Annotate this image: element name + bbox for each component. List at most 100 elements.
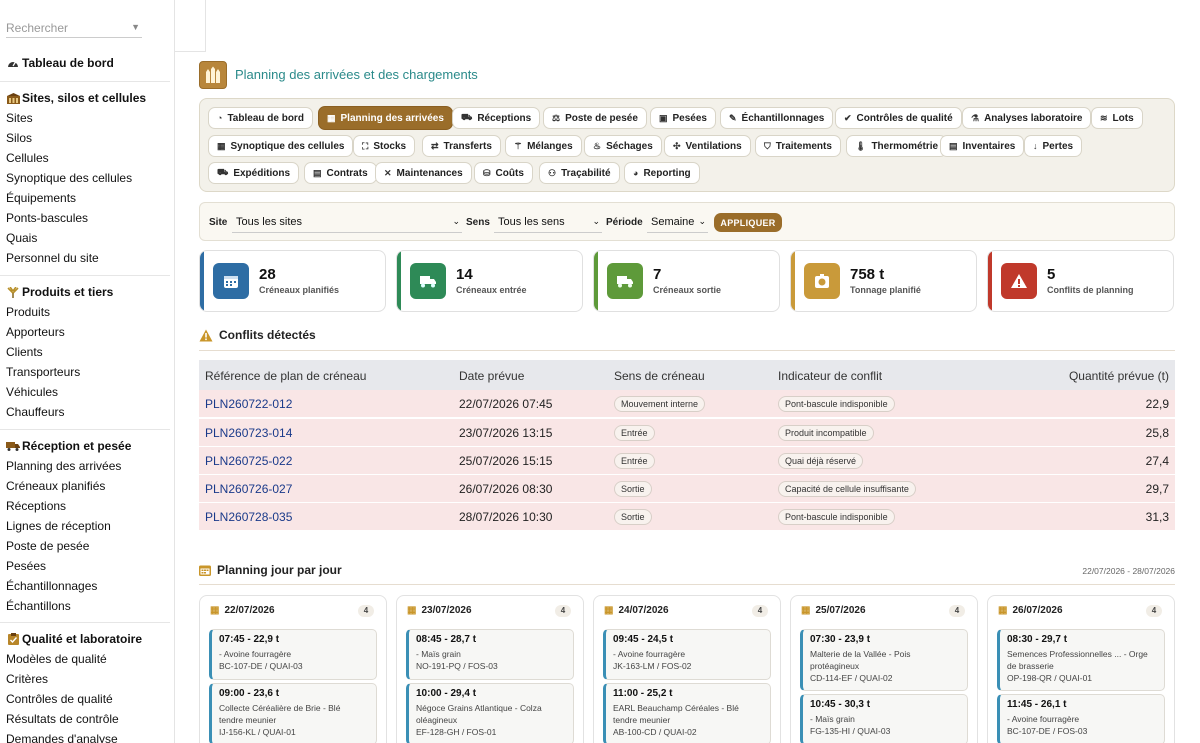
- slot-card[interactable]: 09:45 - 24,5 t - Avoine fourragère JK-16…: [603, 629, 771, 680]
- sidebar-item-chauffeurs[interactable]: Chauffeurs: [0, 402, 174, 422]
- chevron-down-icon[interactable]: ▼: [131, 22, 140, 32]
- tab-lots[interactable]: ≋ Lots: [1091, 107, 1143, 129]
- tab-synoptique[interactable]: ▦ Synoptique des cellules: [208, 135, 354, 157]
- sidebar-item-sites[interactable]: Sites: [0, 108, 174, 128]
- day-header: ▦ 24/07/2026: [604, 605, 669, 616]
- row-reference-link[interactable]: PLN260725-022: [205, 454, 292, 468]
- sidebar-item-controles-qualite[interactable]: Contrôles de qualité: [0, 689, 174, 709]
- slot-card[interactable]: 07:45 - 22,9 t - Avoine fourragère BC-10…: [209, 629, 377, 680]
- sidebar-item-produits[interactable]: Produits: [0, 302, 174, 322]
- sens-select[interactable]: Tous les sens ⌄: [494, 212, 602, 233]
- slot-time: 09:00 - 23,6 t: [219, 688, 280, 699]
- row-sens-badge: Sortie: [614, 509, 652, 525]
- sidebar-item-criteres[interactable]: Critères: [0, 669, 174, 689]
- tab-label: Poste de pesée: [565, 112, 638, 124]
- col-reference[interactable]: Référence de plan de créneau: [205, 369, 366, 383]
- day-column: ▦ 26/07/2026 4 08:30 - 29,7 t Semences Pr…: [987, 595, 1175, 743]
- flame-icon: ♨: [593, 140, 602, 151]
- sidebar-head-qualite[interactable]: Qualité et laboratoire: [0, 629, 174, 649]
- tab-planning-arrivees[interactable]: ▦ Planning des arrivées: [318, 106, 453, 130]
- sidebar-head-produits[interactable]: Produits et tiers: [0, 282, 174, 302]
- sidebar-head-dashboard[interactable]: Tableau de bord: [0, 53, 174, 73]
- sidebar-item-apporteurs[interactable]: Apporteurs: [0, 322, 174, 342]
- sidebar-item-demandes-analyse[interactable]: Demandes d'analyse: [0, 729, 174, 743]
- tab-stocks[interactable]: ⛶ Stocks: [353, 135, 416, 157]
- sidebar-item-transporteurs[interactable]: Transporteurs: [0, 362, 174, 382]
- apply-button[interactable]: APPLIQUER: [714, 213, 782, 232]
- slot-card[interactable]: 09:00 - 23,6 t Collecte Céréalière de Br…: [209, 683, 377, 743]
- sidebar-item-personnel[interactable]: Personnel du site: [0, 248, 174, 268]
- tab-tracabilite[interactable]: ⚇ Traçabilité: [539, 162, 620, 184]
- row-reference-link[interactable]: PLN260726-027: [205, 482, 292, 496]
- sidebar-item-silos[interactable]: Silos: [0, 128, 174, 148]
- sidebar-head-sites[interactable]: Sites, silos et cellules: [0, 88, 174, 108]
- tab-label: Reporting: [643, 167, 691, 179]
- tab-analyses-laboratoire[interactable]: ⚗ Analyses laboratoire: [962, 107, 1092, 129]
- sidebar-item-creneaux[interactable]: Créneaux planifiés: [0, 476, 174, 496]
- search-input[interactable]: Rechercher ▼: [6, 18, 142, 38]
- sidebar-item-echantillonnages[interactable]: Échantillonnages: [0, 576, 174, 596]
- tab-controles-qualite[interactable]: ✔ Contrôles de qualité: [835, 107, 962, 129]
- tab-poste-pesee[interactable]: ⚖ Poste de pesée: [543, 107, 647, 129]
- tab-pertes[interactable]: ↓ Pertes: [1024, 135, 1083, 157]
- sidebar-item-equipements[interactable]: Équipements: [0, 188, 174, 208]
- slot-card[interactable]: 10:45 - 30,3 t - Maïs grain FG-135-HI / …: [800, 694, 968, 743]
- tab-inventaires[interactable]: ▤ Inventaires: [940, 135, 1025, 157]
- col-date[interactable]: Date prévue: [459, 369, 524, 383]
- tab-receptions[interactable]: ⛟ Réceptions: [452, 107, 541, 129]
- slot-line: - Avoine fourragère: [613, 649, 686, 659]
- sidebar-item-echantillons[interactable]: Échantillons: [0, 596, 174, 616]
- tab-label: Tableau de bord: [227, 112, 304, 124]
- sidebar-item-resultats-controle[interactable]: Résultats de contrôle: [0, 709, 174, 729]
- tab-traitements[interactable]: ⛉ Traitements: [755, 135, 841, 157]
- day-count-badge: 4: [752, 605, 768, 617]
- sidebar-item-poste-pesee[interactable]: Poste de pesée: [0, 536, 174, 556]
- sidebar-item-quais[interactable]: Quais: [0, 228, 174, 248]
- site-select[interactable]: Tous les sites ⌄: [232, 212, 462, 233]
- tab-thermometrie[interactable]: 🌡 Thermométrie: [846, 135, 948, 157]
- sidebar-item-pesees[interactable]: Pesées: [0, 556, 174, 576]
- slot-card[interactable]: 07:30 - 23,9 t Malterie de la Vallée - P…: [800, 629, 968, 691]
- tab-reporting[interactable]: ◕ Reporting: [624, 162, 700, 184]
- slot-card[interactable]: 08:30 - 29,7 t Semences Professionnelles…: [997, 629, 1165, 691]
- sidebar-item-ponts-bascules[interactable]: Ponts-bascules: [0, 208, 174, 228]
- slot-card[interactable]: 10:00 - 29,4 t Négoce Grains Atlantique …: [406, 683, 574, 743]
- sidebar-item-cellules[interactable]: Cellules: [0, 148, 174, 168]
- tab-melanges[interactable]: ⚚ Mélanges: [505, 135, 582, 157]
- sidebar-head-reception[interactable]: Réception et pesée: [0, 436, 174, 456]
- table-row[interactable]: PLN260722-012 22/07/2026 07:45 Mouvement…: [199, 390, 1175, 418]
- tab-ventilations[interactable]: ✣ Ventilations: [664, 135, 751, 157]
- slot-card[interactable]: 11:00 - 25,2 t EARL Beauchamp Céréales -…: [603, 683, 771, 743]
- tab-expeditions[interactable]: ⛟ Expéditions: [208, 162, 300, 184]
- slot-card[interactable]: 11:45 - 26,1 t - Avoine fourragère BC-10…: [997, 694, 1165, 743]
- row-reference-link[interactable]: PLN260723-014: [205, 426, 292, 440]
- row-reference-link[interactable]: PLN260728-035: [205, 510, 292, 524]
- sidebar-item-planning-arrivees[interactable]: Planning des arrivées: [0, 456, 174, 476]
- table-row[interactable]: PLN260723-014 23/07/2026 13:15 Entrée Pr…: [199, 419, 1175, 447]
- col-quantite[interactable]: Quantité prévue (t): [1069, 369, 1169, 383]
- sidebar-item-vehicules[interactable]: Véhicules: [0, 382, 174, 402]
- sidebar-item-lignes-reception[interactable]: Lignes de réception: [0, 516, 174, 536]
- sidebar-item-synoptique[interactable]: Synoptique des cellules: [0, 168, 174, 188]
- tab-echantillonnages[interactable]: ✎ Échantillonnages: [720, 107, 834, 129]
- sidebar-item-modeles-qualite[interactable]: Modèles de qualité: [0, 649, 174, 669]
- tab-sechages[interactable]: ♨ Séchages: [584, 135, 662, 157]
- col-conflit[interactable]: Indicateur de conflit: [778, 369, 882, 383]
- sidebar-item-clients[interactable]: Clients: [0, 342, 174, 362]
- tab-transferts[interactable]: ⇄ Transferts: [422, 135, 501, 157]
- tab-maintenances[interactable]: ✕ Maintenances: [375, 162, 472, 184]
- slot-time: 10:45 - 30,3 t: [810, 699, 871, 710]
- sidebar-item-receptions[interactable]: Réceptions: [0, 496, 174, 516]
- col-sens[interactable]: Sens de créneau: [614, 369, 705, 383]
- tab-tableau-de-bord[interactable]: ◔ Tableau de bord: [208, 107, 313, 129]
- row-reference-link[interactable]: PLN260722-012: [205, 397, 292, 411]
- table-row[interactable]: PLN260726-027 26/07/2026 08:30 Sortie Ca…: [199, 475, 1175, 503]
- periode-select[interactable]: Semaine ⌄: [647, 212, 708, 233]
- slot-card[interactable]: 08:45 - 28,7 t - Maïs grain NO-191-PQ / …: [406, 629, 574, 680]
- filter-bar: Site Tous les sites ⌄ Sens Tous les sens…: [199, 202, 1175, 241]
- tab-contrats[interactable]: ▤ Contrats: [304, 162, 377, 184]
- table-row[interactable]: PLN260725-022 25/07/2026 15:15 Entrée Qu…: [199, 447, 1175, 475]
- table-row[interactable]: PLN260728-035 28/07/2026 10:30 Sortie Po…: [199, 503, 1175, 531]
- tab-couts[interactable]: ⛁ Coûts: [474, 162, 533, 184]
- tab-pesees[interactable]: ▣ Pesées: [650, 107, 716, 129]
